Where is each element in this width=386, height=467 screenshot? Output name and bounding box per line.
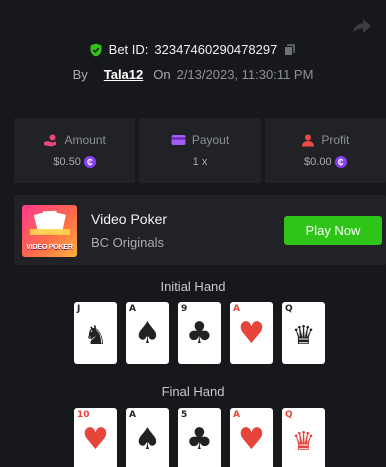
playing-card: Q ♛ bbox=[282, 302, 325, 364]
card-rank: 5 bbox=[181, 410, 188, 420]
stat-amount: Amount $0.50 ₵ bbox=[14, 118, 136, 183]
playing-card: 5 ♣ bbox=[178, 408, 221, 467]
playing-card: 10 ♥ bbox=[74, 408, 117, 467]
stat-profit: Profit $0.00 ₵ bbox=[264, 118, 386, 183]
hearts-suit-icon: ♥ bbox=[238, 422, 265, 457]
clubs-suit-icon: ♣ bbox=[186, 316, 213, 351]
clubs-suit-icon: ♣ bbox=[186, 422, 213, 457]
initial-hand: J ♞ A ♠ 9 ♣ A ♥ Q ♛ bbox=[74, 302, 325, 364]
on-label: On bbox=[153, 67, 171, 82]
playing-card: A ♠ bbox=[126, 408, 169, 467]
card-rank: A bbox=[129, 304, 136, 314]
playing-card: Q ♛ bbox=[282, 408, 325, 467]
copy-icon[interactable] bbox=[283, 43, 297, 57]
stat-profit-label: Profit bbox=[321, 133, 350, 147]
by-label: By bbox=[72, 67, 88, 82]
card-rank: A bbox=[233, 304, 240, 314]
playing-card: J ♞ bbox=[74, 302, 117, 364]
card-rank: A bbox=[233, 410, 240, 420]
initial-hand-label: Initial Hand bbox=[160, 279, 226, 294]
share-button[interactable] bbox=[350, 14, 374, 38]
stat-amount-value: $0.50 bbox=[53, 156, 81, 168]
game-thumbnail[interactable]: VIDEO POKER bbox=[22, 205, 77, 257]
profit-user-icon bbox=[302, 134, 315, 146]
hearts-suit-icon: ♛ bbox=[291, 427, 316, 457]
card-rank: A bbox=[129, 410, 136, 420]
game-thumb-label: VIDEO POKER bbox=[26, 244, 73, 251]
playing-card: 9 ♣ bbox=[178, 302, 221, 364]
game-name: Video Poker bbox=[91, 211, 168, 227]
shield-check-icon bbox=[90, 43, 102, 56]
bet-stats: Amount $0.50 ₵ Payout 1 x Profit $0.00 ₵ bbox=[14, 118, 386, 183]
spades-suit-icon: ♠ bbox=[134, 422, 161, 457]
hearts-suit-icon: ♥ bbox=[82, 422, 109, 457]
stat-payout-label: Payout bbox=[191, 133, 230, 147]
stat-payout: Payout 1 x bbox=[139, 118, 261, 183]
username-link[interactable]: Tala12 bbox=[104, 67, 144, 82]
card-rank: 10 bbox=[77, 410, 90, 420]
game-bar: VIDEO POKER Video Poker BC Originals Pla… bbox=[14, 195, 386, 265]
bet-date: 2/13/2023, 11:30:11 PM bbox=[176, 67, 314, 82]
stat-profit-value: $0.00 bbox=[304, 156, 332, 168]
cards-fan-icon bbox=[30, 210, 70, 235]
coin-icon: ₵ bbox=[83, 156, 96, 168]
share-icon bbox=[353, 19, 371, 33]
card-rank: Q bbox=[285, 410, 293, 420]
card-rank: J bbox=[77, 304, 81, 314]
playing-card: A ♠ bbox=[126, 302, 169, 364]
stat-payout-value: 1 x bbox=[192, 156, 208, 168]
bet-id-label: Bet ID: bbox=[108, 42, 149, 57]
spades-suit-icon: ♞ bbox=[83, 321, 108, 351]
card-rank: 9 bbox=[181, 304, 188, 314]
final-hand: 10 ♥ A ♠ 5 ♣ A ♥ Q ♛ bbox=[74, 408, 325, 467]
playing-card: A ♥ bbox=[230, 408, 273, 467]
bet-meta-row: By Tala12 On 2/13/2023, 11:30:11 PM bbox=[0, 67, 386, 82]
spades-suit-icon: ♠ bbox=[134, 316, 161, 351]
hearts-suit-icon: ♥ bbox=[238, 316, 265, 351]
coin-icon: ₵ bbox=[334, 156, 347, 168]
game-provider: BC Originals bbox=[91, 235, 164, 250]
bet-id-row: Bet ID: 32347460290478297 bbox=[0, 42, 386, 57]
final-hand-label: Final Hand bbox=[161, 384, 225, 399]
stat-amount-label: Amount bbox=[64, 133, 106, 147]
bet-id-value: 32347460290478297 bbox=[154, 42, 278, 57]
play-now-button[interactable]: Play Now bbox=[284, 216, 382, 245]
wallet-icon bbox=[171, 135, 186, 145]
money-hand-icon bbox=[44, 134, 57, 146]
spades-suit-icon: ♛ bbox=[291, 321, 316, 351]
card-rank: Q bbox=[285, 304, 293, 314]
playing-card: A ♥ bbox=[230, 302, 273, 364]
